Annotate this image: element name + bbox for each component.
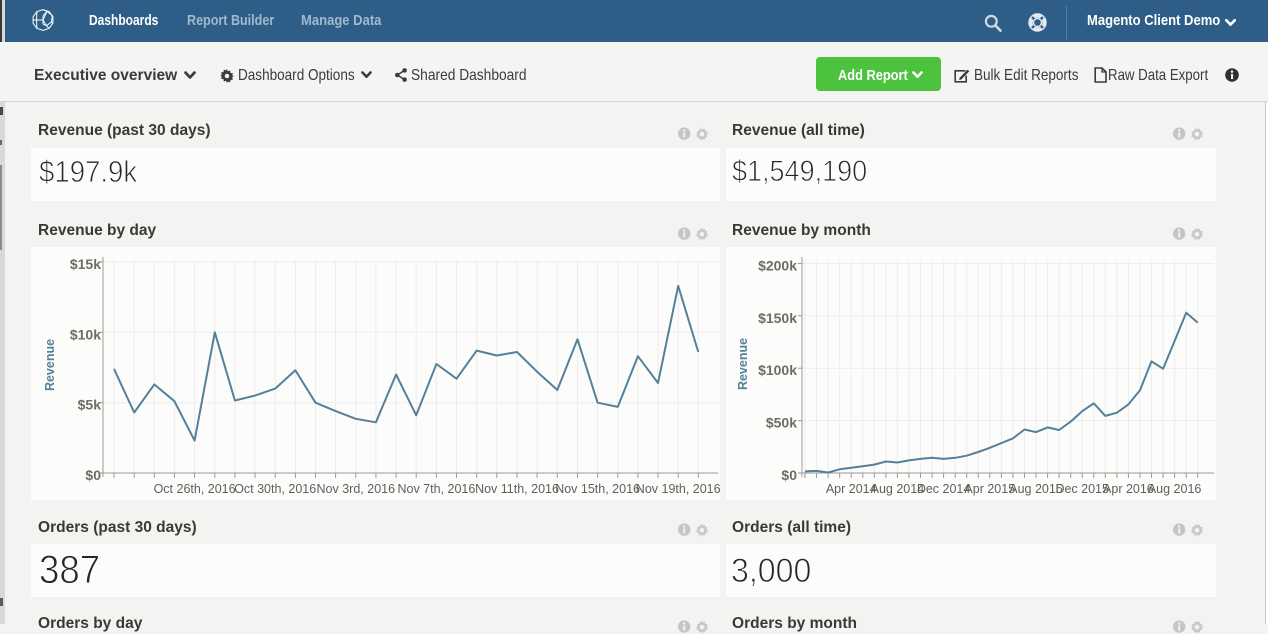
svg-text:$150k: $150k bbox=[758, 310, 797, 326]
svg-text:$10k: $10k bbox=[70, 326, 101, 342]
svg-text:$0: $0 bbox=[85, 467, 101, 483]
svg-text:Dec 2014: Dec 2014 bbox=[917, 482, 971, 496]
svg-text:Aug 2016: Aug 2016 bbox=[1148, 482, 1202, 496]
svg-text:Apr 2016: Apr 2016 bbox=[1103, 482, 1154, 496]
svg-text:Nov 19th, 2016: Nov 19th, 2016 bbox=[636, 482, 720, 496]
svg-text:Nov 15th, 2016: Nov 15th, 2016 bbox=[555, 482, 640, 496]
svg-text:Nov 3rd, 2016: Nov 3rd, 2016 bbox=[317, 482, 396, 496]
svg-text:$100k: $100k bbox=[758, 362, 797, 378]
svg-text:$5k: $5k bbox=[78, 397, 102, 413]
svg-text:Revenue: Revenue bbox=[43, 339, 57, 391]
svg-text:$0: $0 bbox=[781, 467, 797, 483]
svg-text:$15k: $15k bbox=[70, 256, 101, 272]
svg-text:$200k: $200k bbox=[758, 257, 797, 273]
svg-text:Apr 2015: Apr 2015 bbox=[964, 482, 1015, 496]
svg-text:Nov 11th, 2016: Nov 11th, 2016 bbox=[475, 482, 559, 496]
svg-text:Oct 26th, 2016: Oct 26th, 2016 bbox=[154, 482, 236, 496]
svg-text:$50k: $50k bbox=[766, 415, 797, 431]
svg-text:Dec 2015: Dec 2015 bbox=[1055, 482, 1109, 496]
svg-text:Nov 7th, 2016: Nov 7th, 2016 bbox=[397, 482, 475, 496]
svg-text:Oct 30th, 2016: Oct 30th, 2016 bbox=[234, 482, 316, 496]
svg-text:Apr 2014: Apr 2014 bbox=[826, 482, 877, 496]
svg-text:Revenue: Revenue bbox=[736, 338, 750, 390]
